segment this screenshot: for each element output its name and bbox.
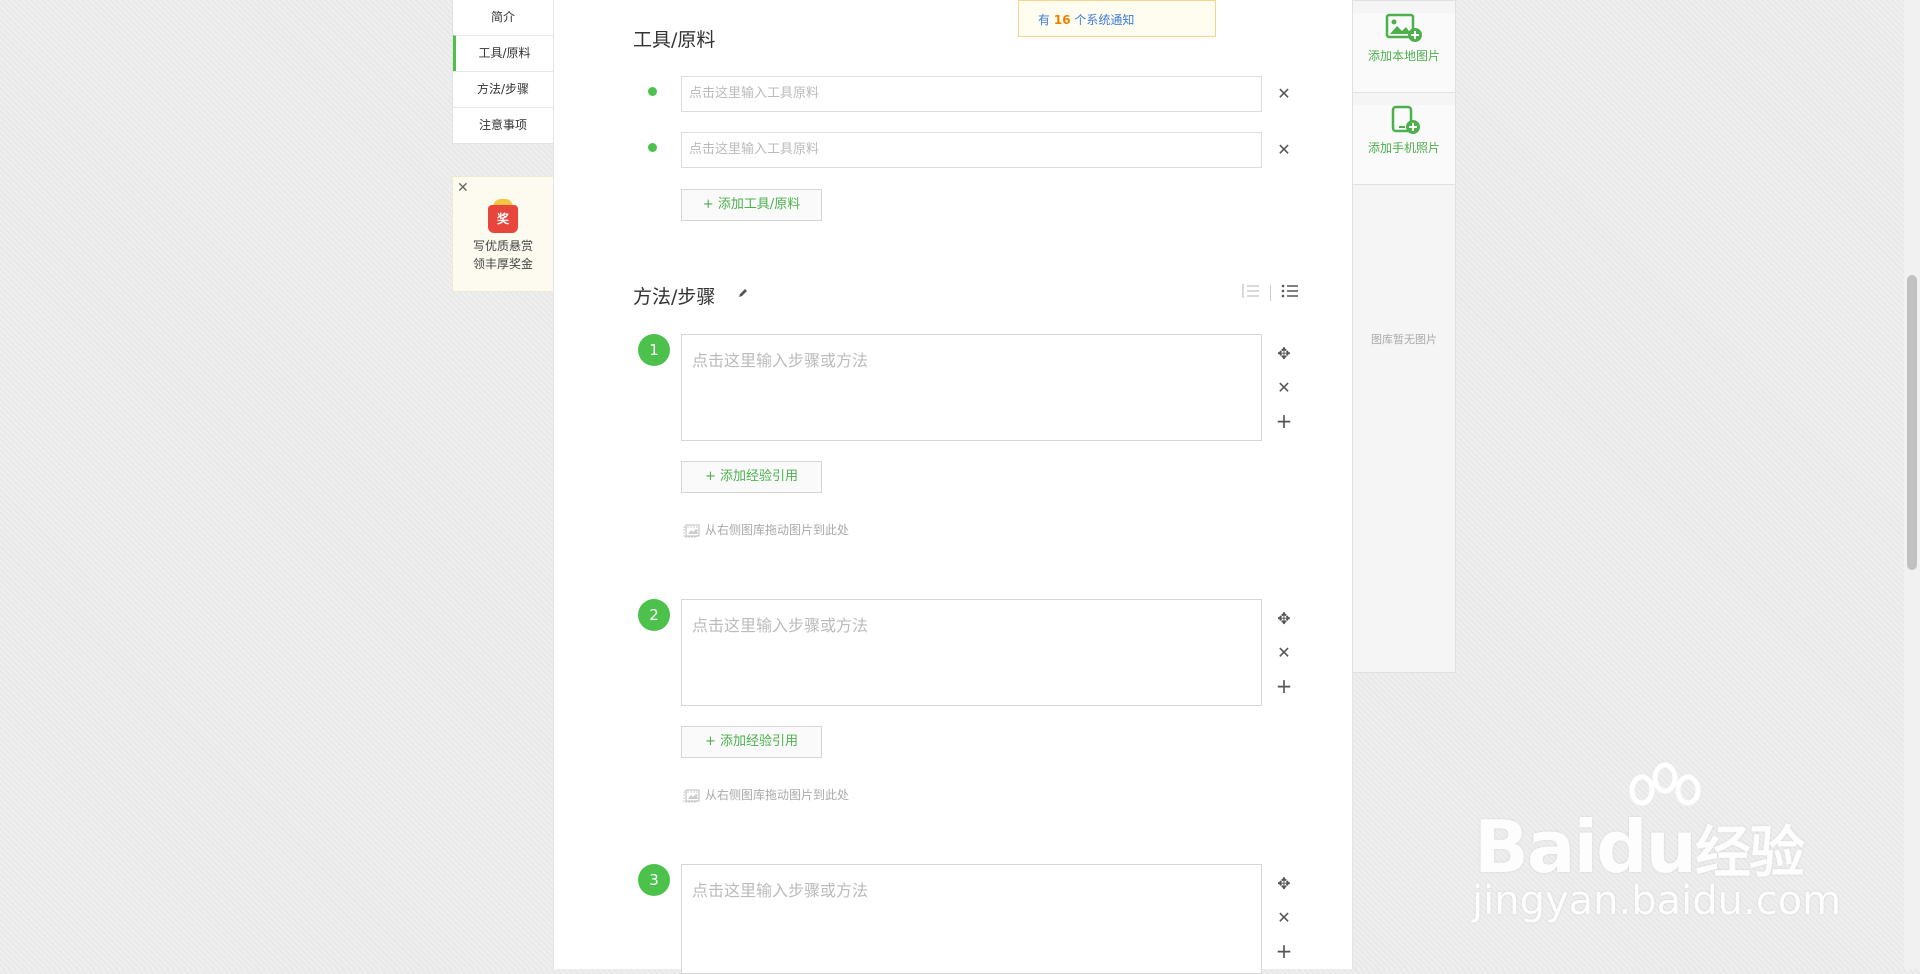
insert-step-icon[interactable]: +	[1274, 674, 1294, 698]
red-envelope-icon: 奖	[488, 199, 518, 233]
image-icon	[683, 524, 700, 537]
reward-promo-card[interactable]: ✕ 奖 写优质悬赏 领丰厚奖金	[452, 176, 554, 292]
nav-item-intro[interactable]: 简介	[453, 0, 553, 35]
paw-logo-icon	[1629, 762, 1701, 806]
drag-hint-text: 从右侧图库拖动图片到此处	[705, 523, 850, 537]
add-image-icon	[1385, 13, 1422, 42]
add-tool-button[interactable]: + 添加工具/原料	[681, 189, 822, 221]
step-1-textarea[interactable]: 点击这里输入步骤或方法	[681, 334, 1262, 441]
edit-pencil-icon[interactable]	[737, 287, 749, 299]
notice-count: 16	[1053, 13, 1071, 27]
nav-item-notes[interactable]: 注意事项	[453, 107, 553, 143]
nav-item-tools[interactable]: 工具/原料	[453, 35, 553, 71]
add-local-image-label: 添加本地图片	[1367, 49, 1440, 63]
step-number: 1	[638, 334, 670, 366]
close-icon[interactable]: ✕	[457, 179, 469, 197]
notice-prefix: 有	[1038, 13, 1051, 27]
step-number: 2	[638, 599, 670, 631]
move-icon[interactable]: ✥	[1274, 609, 1294, 628]
move-icon[interactable]: ✥	[1274, 874, 1294, 893]
watermark-brand-latin: Baidu	[1474, 805, 1697, 889]
remove-step-icon[interactable]: ✕	[1274, 643, 1294, 662]
unordered-list-icon[interactable]	[1280, 282, 1300, 304]
move-icon[interactable]: ✥	[1274, 344, 1294, 363]
remove-tool-1-icon[interactable]: ✕	[1274, 84, 1294, 103]
tools-section-title: 工具/原料	[633, 29, 716, 51]
image-drop-hint: 从右侧图库拖动图片到此处	[683, 521, 849, 538]
remove-tool-2-icon[interactable]: ✕	[1274, 140, 1294, 159]
bullet-dot	[648, 87, 657, 96]
image-drop-hint: 从右侧图库拖动图片到此处	[683, 786, 849, 803]
add-phone-photo-button[interactable]: 添加手机照片	[1353, 105, 1455, 185]
list-style-toggle	[1241, 282, 1300, 304]
divider	[1270, 285, 1272, 301]
image-library-panel: 添加本地图片 添加手机照片 图库暂无图片	[1352, 0, 1456, 673]
steps-section-title: 方法/步骤	[633, 286, 716, 308]
nav-item-steps[interactable]: 方法/步骤	[453, 71, 553, 107]
drag-hint-text: 从右侧图库拖动图片到此处	[705, 788, 850, 802]
promo-line-2: 领丰厚奖金	[472, 257, 533, 271]
promo-line-1: 写优质悬赏	[472, 239, 533, 253]
remove-step-icon[interactable]: ✕	[1274, 908, 1294, 927]
step-3-textarea[interactable]: 点击这里输入步骤或方法	[681, 864, 1262, 974]
ordered-list-icon[interactable]	[1241, 282, 1261, 304]
add-local-image-button[interactable]: 添加本地图片	[1353, 13, 1455, 93]
bullet-dot	[648, 143, 657, 152]
remove-step-icon[interactable]: ✕	[1274, 378, 1294, 397]
add-phone-photo-label: 添加手机照片	[1367, 141, 1440, 155]
watermark-url: jingyan.baidu.com	[1472, 878, 1842, 924]
add-phone-icon	[1391, 105, 1420, 134]
step-number: 3	[638, 864, 670, 896]
baidu-jingyan-watermark: Baidu经验 jingyan.baidu.com	[1470, 760, 1850, 930]
library-empty-text: 图库暂无图片	[1371, 333, 1437, 346]
step-2-textarea[interactable]: 点击这里输入步骤或方法	[681, 599, 1262, 706]
insert-step-icon[interactable]: +	[1274, 409, 1294, 433]
scrollbar-thumb[interactable]	[1907, 275, 1917, 570]
tool-input-2[interactable]: 点击这里输入工具原料	[681, 132, 1262, 168]
page-scrollbar[interactable]	[1904, 0, 1920, 969]
section-nav: 简介 工具/原料 方法/步骤 注意事项	[452, 0, 554, 144]
add-reference-button[interactable]: + 添加经验引用	[681, 726, 822, 758]
tool-input-1[interactable]: 点击这里输入工具原料	[681, 76, 1262, 112]
insert-step-icon[interactable]: +	[1274, 939, 1294, 963]
watermark-brand-cn: 经验	[1694, 821, 1805, 886]
notice-suffix: 个系统通知	[1074, 13, 1135, 27]
system-notice-banner[interactable]: 有 16 个系统通知	[1018, 0, 1216, 37]
add-reference-button[interactable]: + 添加经验引用	[681, 461, 822, 493]
image-icon	[683, 789, 700, 802]
